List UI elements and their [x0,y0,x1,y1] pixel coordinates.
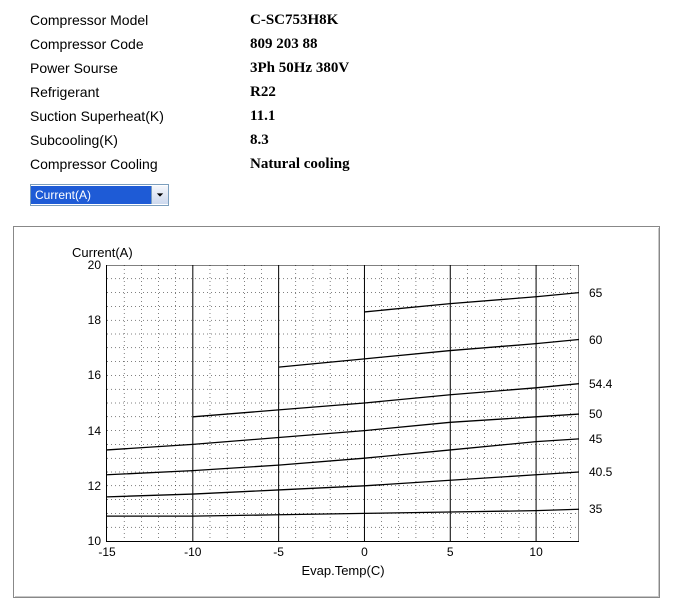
x-tick: 0 [361,541,368,559]
y-tick: 16 [88,368,107,382]
spec-label: Subcooling(K) [30,132,250,148]
spec-label: Power Sourse [30,60,250,76]
series-label: 50 [579,407,602,421]
spec-label: Compressor Model [30,12,250,28]
spec-value: Natural cooling [250,156,350,173]
spec-row: Refrigerant R22 [30,80,673,104]
y-tick: 20 [88,258,107,272]
spec-row: Compressor Model C-SC753H8K [30,8,673,32]
y-tick: 10 [88,534,107,548]
chart-panel: Current(A) Evap.Temp(C) -15-10-505101012… [13,226,660,598]
spec-label: Suction Superheat(K) [30,108,250,124]
y-tick: 18 [88,313,107,327]
spec-value: 3Ph 50Hz 380V [250,60,349,77]
spec-row: Suction Superheat(K) 11.1 [30,104,673,128]
x-tick: -10 [184,541,201,559]
series-label: 54.4 [579,377,612,391]
spec-row: Compressor Cooling Natural cooling [30,152,673,176]
spec-value: 809 203 88 [250,36,318,53]
spec-value: 8.3 [250,132,269,149]
spec-label: Compressor Code [30,36,250,52]
series-label: 35 [579,502,602,516]
spec-value: C-SC753H8K [250,12,338,29]
spec-table: Compressor Model C-SC753H8K Compressor C… [30,8,673,176]
series-label: 60 [579,333,602,347]
x-tick: -5 [273,541,284,559]
chart-plot: Evap.Temp(C) -15-10-50510101214161820354… [106,265,579,542]
spec-row: Power Sourse 3Ph 50Hz 380V [30,56,673,80]
metric-dropdown[interactable]: Current(A) [30,184,169,206]
x-tick: 10 [529,541,542,559]
spec-value: R22 [250,84,276,101]
chevron-down-icon [151,186,168,204]
spec-value: 11.1 [250,108,275,125]
series-label: 45 [579,432,602,446]
x-tick: 5 [447,541,454,559]
spec-row: Subcooling(K) 8.3 [30,128,673,152]
series-label: 40.5 [579,465,612,479]
spec-label: Refrigerant [30,84,250,100]
y-tick: 14 [88,424,107,438]
series-label: 65 [579,286,602,300]
y-tick: 12 [88,479,107,493]
dropdown-selected: Current(A) [31,186,151,204]
spec-row: Compressor Code 809 203 88 [30,32,673,56]
spec-label: Compressor Cooling [30,156,250,172]
x-axis-label: Evap.Temp(C) [107,563,579,578]
